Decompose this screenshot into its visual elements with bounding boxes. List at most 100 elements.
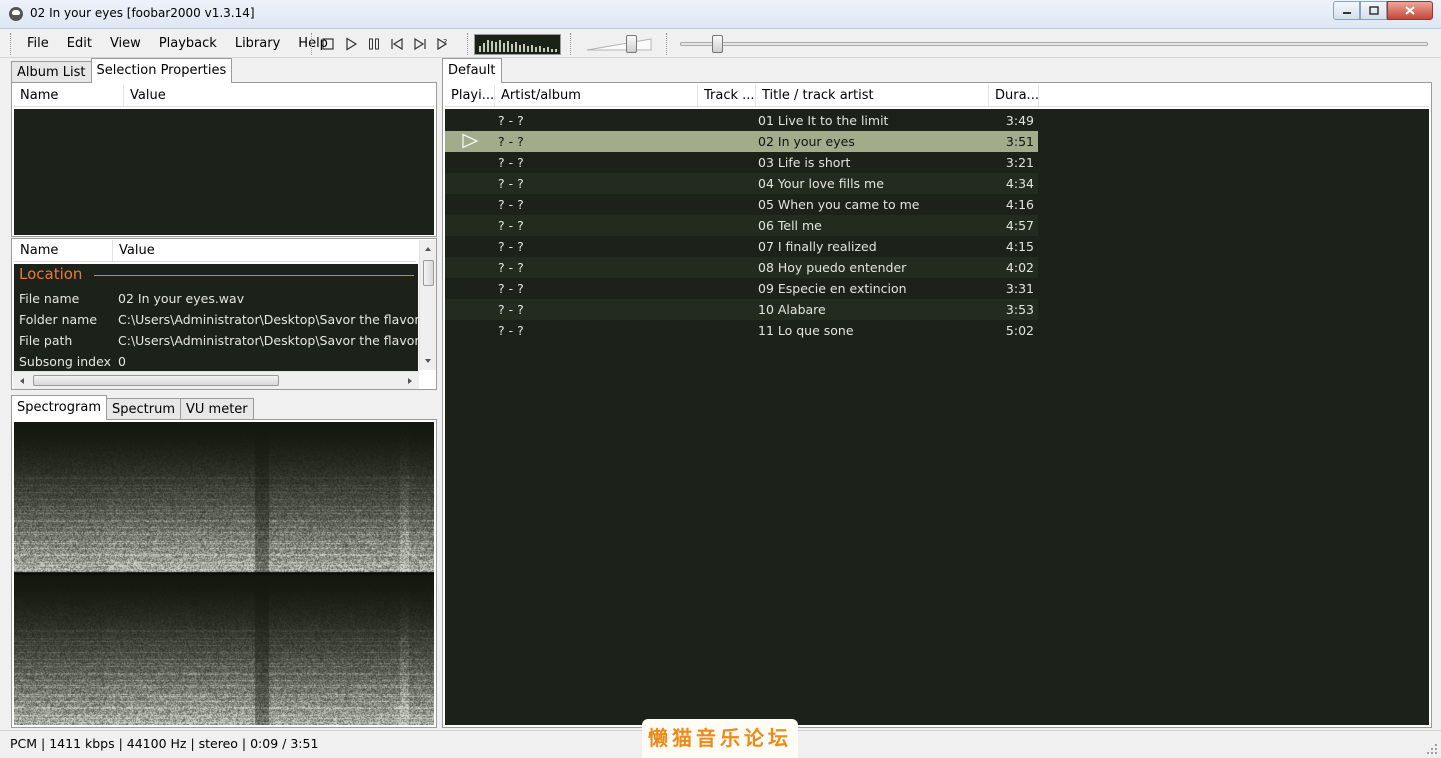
toolbar-grip[interactable] [666,33,669,55]
upper-properties-list[interactable] [14,109,434,235]
random-button[interactable]: ? [433,34,453,54]
row-title: 08 Hoy puedo entender [758,260,907,275]
row-duration: 5:02 [1005,323,1034,338]
visualization-tabs: Spectrogram Spectrum VU meter [11,395,254,420]
playlist-row[interactable]: ? - ? 09 Especie en extincion 3:31 [445,278,1038,299]
column-name[interactable]: Name [14,85,124,106]
row-duration: 3:31 [1005,281,1034,296]
column-title[interactable]: Title / track artist [756,85,989,106]
svg-text:?: ? [443,38,447,47]
section-divider [94,275,414,276]
spectrogram-canvas [14,422,434,725]
resize-grip-icon[interactable] [1426,743,1438,755]
scroll-thumb[interactable] [33,375,279,386]
row-duration: 4:16 [1005,197,1034,212]
playlist-row[interactable]: ? - ? 08 Hoy puedo entender 4:02 [445,257,1038,278]
playlist-row[interactable]: ? - ? 01 Live It to the limit 3:49 [445,110,1038,131]
minimize-button[interactable] [1333,1,1360,20]
tab-default-playlist[interactable]: Default [442,58,502,83]
close-button[interactable] [1387,1,1433,20]
property-row[interactable]: File path C:\Users\Administrator\Desktop… [14,330,418,351]
tab-spectrum[interactable]: Spectrum [106,398,181,420]
toolbar-grip[interactable] [467,33,470,55]
playlist-view[interactable]: ? - ? 01 Live It to the limit 3:49 ? - ? 02 … [445,109,1429,725]
vis-bar [519,45,521,52]
title-bar: 02 In your eyes [foobar2000 v1.3.14] [0,0,1441,29]
menu-view[interactable]: View [101,35,150,52]
seek-bar[interactable] [680,35,1428,53]
playlist-row[interactable]: ? - ? 05 When you came to me 4:16 [445,194,1038,215]
column-duration[interactable]: Dura... [989,85,1039,106]
close-icon [1405,6,1415,15]
spectrogram-view[interactable] [14,422,434,725]
property-row[interactable]: File name 02 In your eyes.wav [14,288,418,309]
visualization-mini[interactable] [474,34,561,55]
menu-bar: File Edit View Playback Library Help [18,35,337,52]
vis-bar [547,47,549,52]
playlist-row[interactable]: ? - ? 06 Tell me 4:57 [445,215,1038,236]
property-name: Subsong index [19,354,111,369]
maximize-button[interactable] [1360,1,1387,20]
playlist-row[interactable]: ? - ? 02 In your eyes 3:51 [445,131,1038,152]
toolbar-grip[interactable] [311,33,314,55]
scroll-left-icon[interactable] [15,373,29,389]
scroll-right-icon[interactable] [403,373,417,389]
property-name: File path [19,333,73,348]
row-artist-album: ? - ? [498,281,524,296]
previous-button[interactable] [387,34,407,54]
property-name: File name [19,291,80,306]
row-duration: 3:49 [1005,113,1034,128]
stop-button[interactable] [318,34,338,54]
menu-playback[interactable]: Playback [150,35,226,52]
seek-thumb[interactable] [712,35,723,53]
column-name[interactable]: Name [14,240,113,261]
row-title: 05 When you came to me [758,197,920,212]
pause-button[interactable] [364,34,384,54]
column-track[interactable]: Track ... [698,85,756,106]
tab-selection-properties[interactable]: Selection Properties [90,58,233,83]
maximize-icon [1368,6,1379,15]
seek-track[interactable] [680,42,1428,46]
column-playing[interactable]: Playi... [445,85,495,106]
scroll-down-icon[interactable] [420,354,436,368]
vis-bar [491,41,493,52]
playlist-row[interactable]: ? - ? 03 Life is short 3:21 [445,152,1038,173]
playlist-row[interactable]: ? - ? 10 Alabare 3:53 [445,299,1038,320]
menu-library[interactable]: Library [226,35,289,52]
row-artist-album: ? - ? [498,218,524,233]
property-row[interactable]: Subsong index 0 [14,351,418,371]
menu-file[interactable]: File [18,35,58,52]
scroll-thumb[interactable] [423,260,434,286]
playlist-column-header: Playi... Artist/album Track ... Title / … [445,85,1429,107]
vis-bar [523,44,525,52]
toolbar-grip[interactable] [570,33,573,55]
column-value[interactable]: Value [113,240,313,261]
toolbar-grip[interactable] [10,33,13,55]
column-artist-album[interactable]: Artist/album [495,85,698,106]
row-title: 01 Live It to the limit [758,113,889,128]
property-row[interactable]: Folder name C:\Users\Administrator\Deskt… [14,309,418,330]
play-icon [346,37,358,51]
column-value[interactable]: Value [124,85,324,106]
menu-edit[interactable]: Edit [58,35,101,52]
random-icon: ? [437,37,447,51]
properties-column-header: Name Value [14,240,416,262]
volume-thumb[interactable] [626,35,637,53]
foobar-app-icon[interactable] [9,7,23,21]
properties-vertical-scrollbar[interactable] [419,240,436,370]
tab-vu-meter[interactable]: VU meter [180,398,254,420]
play-button[interactable] [341,34,361,54]
playlist-row[interactable]: ? - ? 11 Lo que sone 5:02 [445,320,1038,341]
properties-horizontal-scrollbar[interactable] [13,371,419,389]
playlist-row[interactable]: ? - ? 07 I finally realized 4:15 [445,236,1038,257]
properties-list[interactable]: Location File name 02 In your eyes.wav F… [14,264,418,371]
row-artist-album: ? - ? [498,302,524,317]
playlist-row[interactable]: ? - ? 04 Your love fills me 4:34 [445,173,1038,194]
tab-spectrogram[interactable]: Spectrogram [11,395,107,420]
property-value: C:\Users\Administrator\Desktop\Savor the… [118,312,418,327]
volume-slider[interactable] [585,35,655,53]
scroll-up-icon[interactable] [420,242,436,256]
now-playing-icon [462,133,479,149]
tab-album-list[interactable]: Album List [11,61,92,83]
next-button[interactable] [410,34,430,54]
